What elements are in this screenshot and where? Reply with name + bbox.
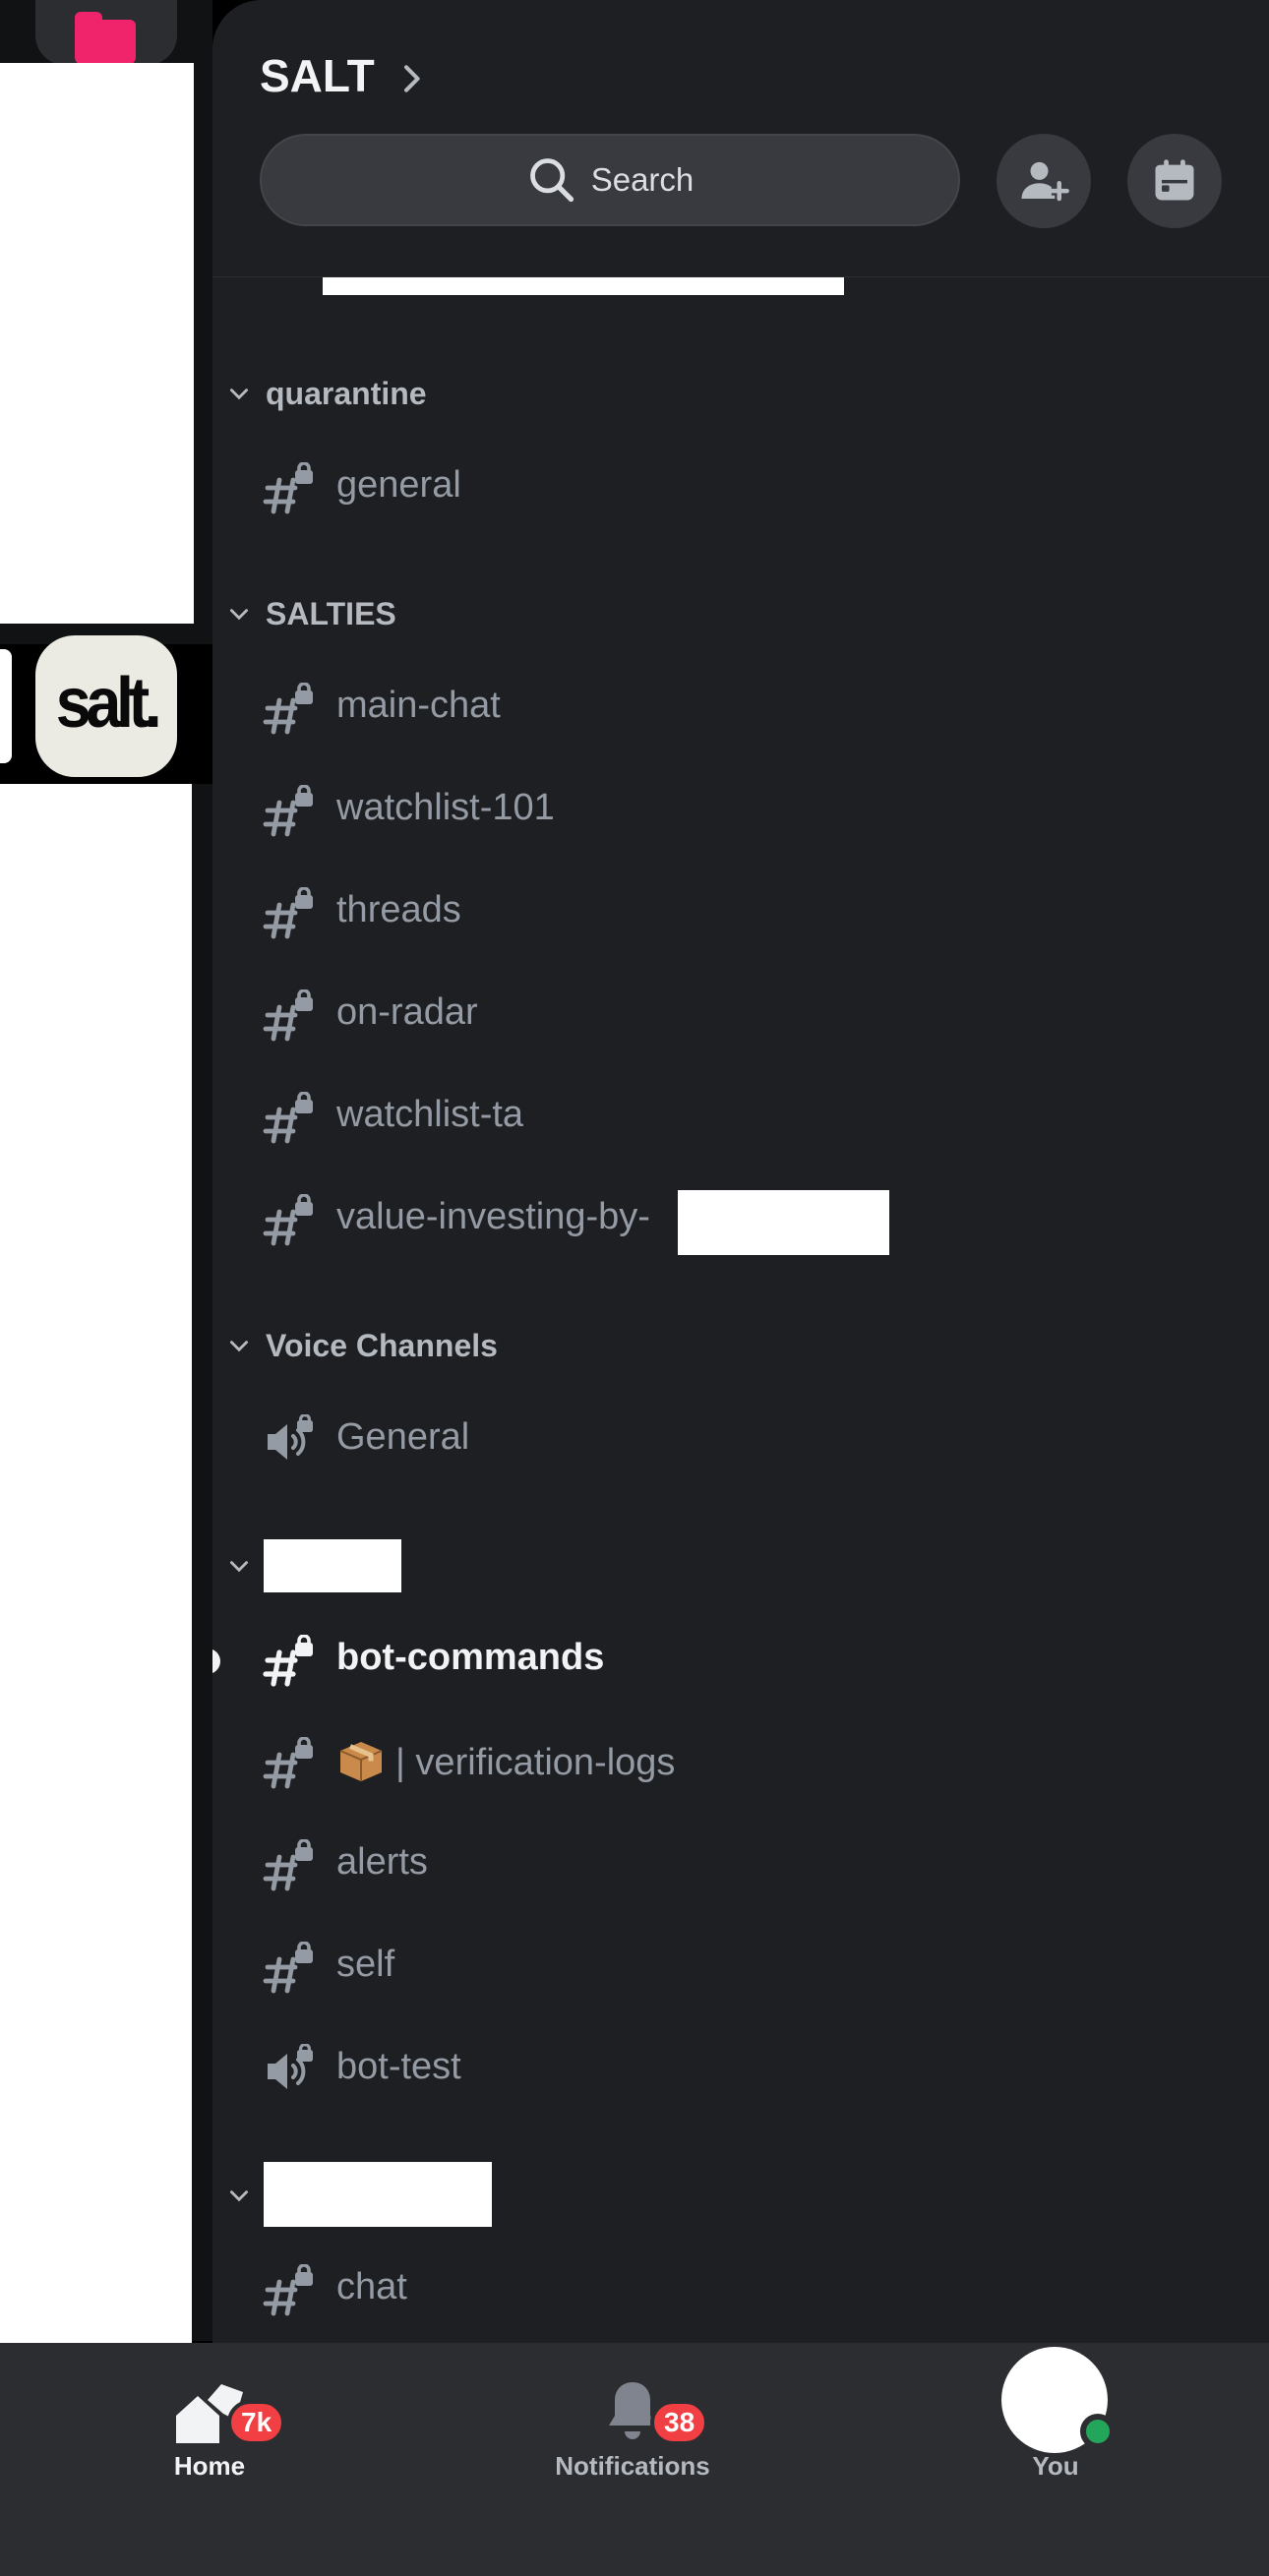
- channel-name: General: [336, 1416, 470, 1458]
- channel-name: on-radar: [336, 991, 478, 1033]
- redacted-category-name: [264, 1539, 401, 1592]
- chevron-down-icon: [230, 1561, 248, 1573]
- invite-members-button[interactable]: [997, 134, 1091, 228]
- channel-row[interactable]: general: [212, 445, 1269, 533]
- locked-text-channel-icon: [263, 683, 313, 735]
- redacted-region: [0, 63, 194, 624]
- unread-indicator: [212, 1648, 220, 1674]
- locked-text-channel-icon: [263, 887, 313, 939]
- locked-text-channel-icon: [263, 1737, 313, 1789]
- redacted-region: [0, 784, 192, 2385]
- channel-name: alerts: [336, 1841, 428, 1883]
- channel-name: chat: [336, 2266, 407, 2307]
- channel-row[interactable]: General: [212, 1397, 1269, 1485]
- server-header: SALT Search: [212, 0, 1269, 277]
- nav-home[interactable]: 7k Home: [82, 2343, 337, 2490]
- locked-text-channel-icon: [263, 1194, 313, 1246]
- locked-voice-channel-icon: [268, 1414, 313, 1460]
- category-label: quarantine: [266, 375, 427, 411]
- category-label: Voice Channels: [266, 1327, 498, 1363]
- search-label: Search: [590, 161, 695, 198]
- channel-name-wrap: | verification-logs: [336, 1739, 675, 1784]
- locked-text-channel-icon: [263, 1635, 313, 1687]
- channel-name: bot-commands: [336, 1637, 605, 1678]
- channel-name: bot-test: [336, 2046, 461, 2087]
- channel-row[interactable]: bot-test: [212, 2026, 1269, 2115]
- channel-row[interactable]: main-chat: [212, 665, 1269, 753]
- channel-row[interactable]: alerts: [212, 1822, 1269, 1910]
- events-button[interactable]: [1127, 134, 1222, 228]
- channel-row[interactable]: | verification-logs: [212, 1719, 1269, 1808]
- channel-name: watchlist-101: [336, 787, 555, 828]
- redacted-category-name: [264, 2162, 492, 2227]
- channel-name: | verification-logs: [395, 1742, 676, 1783]
- locked-text-channel-icon: [263, 2264, 313, 2316]
- locked-text-channel-icon: [263, 989, 313, 1042]
- channel-row[interactable]: on-radar: [212, 972, 1269, 1060]
- chevron-right-icon[interactable]: [392, 59, 431, 98]
- locked-voice-channel-icon: [268, 2044, 313, 2089]
- channel-name: threads: [336, 889, 461, 930]
- channel-row[interactable]: value-investing-by-: [212, 1176, 1269, 1265]
- search-bar[interactable]: Search: [260, 134, 960, 226]
- channel-name: general: [336, 464, 461, 506]
- nav-notifications[interactable]: 38 Notifications: [505, 2343, 760, 2490]
- redacted-channel-suffix: [678, 1190, 889, 1255]
- channel-row[interactable]: self: [212, 1924, 1269, 2012]
- locked-text-channel-icon: [263, 462, 313, 514]
- locked-text-channel-icon: [263, 1942, 313, 1994]
- channel-name: watchlist-ta: [336, 1094, 524, 1135]
- home-badge: 7k: [227, 2400, 286, 2445]
- channel-row-unread[interactable]: bot-commands: [212, 1617, 1269, 1706]
- nav-notifications-label: Notifications: [555, 2451, 710, 2481]
- package-icon: [339, 1742, 383, 1781]
- server-icon-salt[interactable]: salt.: [35, 635, 177, 777]
- calendar-icon: [1155, 159, 1194, 201]
- locked-text-channel-icon: [263, 785, 313, 837]
- channel-name: value-investing-by-: [336, 1196, 650, 1237]
- nav-home-label: Home: [173, 2451, 246, 2481]
- server-icon-text: salt.: [55, 664, 162, 743]
- channel-name: main-chat: [336, 685, 501, 726]
- nav-you-label: You: [1032, 2451, 1079, 2481]
- server-rail: salt.: [0, 0, 212, 2385]
- channel-row[interactable]: chat: [212, 2247, 1269, 2335]
- add-member-icon: [1021, 161, 1069, 202]
- locked-text-channel-icon: [263, 1092, 313, 1144]
- chevron-down-icon: [230, 389, 248, 400]
- channel-row[interactable]: watchlist-ta: [212, 1074, 1269, 1163]
- category-label: SALTIES: [266, 595, 396, 631]
- channel-row[interactable]: watchlist-101: [212, 767, 1269, 856]
- notifications-badge: 38: [650, 2400, 709, 2445]
- selected-server-indicator: [0, 649, 12, 763]
- server-name[interactable]: SALT: [260, 49, 375, 102]
- channel-name: self: [336, 1944, 395, 1985]
- folder-icon: [75, 12, 136, 65]
- channel-row[interactable]: threads: [212, 869, 1269, 958]
- chevron-down-icon: [230, 609, 248, 621]
- chevron-down-icon: [230, 2190, 248, 2202]
- chevron-down-icon: [230, 1341, 248, 1352]
- channel-list-panel: SALT Search quarantine general SALTIES m…: [212, 0, 1269, 2351]
- search-icon: [529, 158, 574, 203]
- online-status-indicator: [1080, 2414, 1116, 2449]
- locked-text-channel-icon: [263, 1839, 313, 1891]
